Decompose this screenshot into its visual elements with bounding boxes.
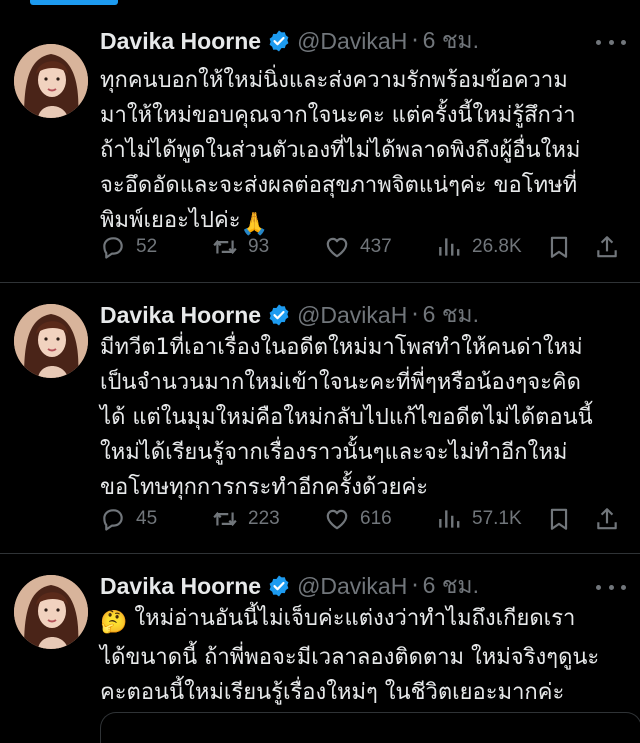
tweet[interactable]: Davika Hoorne @DavikaH · 6 ชม. 🤔 ใหม่อ่า… <box>0 554 640 725</box>
bookmark-icon <box>546 506 572 532</box>
author-handle[interactable]: @DavikaH <box>297 302 407 329</box>
like-button[interactable]: 616 <box>324 504 392 534</box>
tweet-text-line: เป็นจำนวนมากใหม่เข้าใจนะคะที่พี่ๆหรือน้อ… <box>100 370 581 395</box>
author-name[interactable]: Davika Hoorne <box>100 302 261 329</box>
tweet[interactable]: Davika Hoorne @DavikaH · 6 ชม. ทุกคนบอกใ… <box>0 0 640 283</box>
share-icon <box>594 506 620 532</box>
views-count: 26.8K <box>472 236 522 257</box>
retweet-count: 93 <box>248 236 270 257</box>
reply-button[interactable]: 45 <box>100 504 157 534</box>
tweet-header: Davika Hoorne @DavikaH · 6 ชม. <box>100 26 479 56</box>
author-name[interactable]: Davika Hoorne <box>100 573 261 600</box>
author-handle[interactable]: @DavikaH <box>297 28 407 55</box>
views-count: 57.1K <box>472 508 522 529</box>
avatar[interactable] <box>14 304 88 378</box>
verified-badge-icon <box>267 303 291 327</box>
share-button[interactable] <box>594 504 630 534</box>
tweet-text-line: มาให้ใหม่ขอบคุณจากใจนะคะ แต่ครั้งนี้ใหม่… <box>100 103 576 128</box>
thinking-face-emoji: 🤔 <box>100 610 128 635</box>
bookmark-button[interactable] <box>546 504 582 534</box>
tweet-header: Davika Hoorne @DavikaH · 6 ชม. <box>100 571 479 601</box>
timestamp[interactable]: 6 ชม. <box>423 297 479 333</box>
retweet-icon <box>212 234 238 260</box>
tweet-text: มีทวีต1ที่เอาเรื่องในอดีตใหม่มาโพสทำให้ค… <box>100 330 630 505</box>
reply-icon <box>100 234 126 260</box>
like-icon <box>324 234 350 260</box>
tweet-text-line: พิมพ์เยอะไปค่ะ <box>100 208 241 233</box>
views-button[interactable]: 57.1K <box>436 504 522 534</box>
retweet-button[interactable]: 223 <box>212 504 280 534</box>
like-icon <box>324 506 350 532</box>
retweet-count: 223 <box>248 508 280 529</box>
tweet[interactable]: Davika Hoorne @DavikaH · 6 ชม. มีทวีต1ที… <box>0 283 640 554</box>
like-count: 437 <box>360 236 392 257</box>
views-button[interactable]: 26.8K <box>436 232 522 262</box>
author-handle[interactable]: @DavikaH <box>297 573 407 600</box>
like-button[interactable]: 437 <box>324 232 392 262</box>
tweet-text-line: ใหม่อ่านอันนี้ไม่เจ็บค่ะแต่งงว่าทำไมถึงเ… <box>134 606 576 631</box>
tweet-text-line: ได้ขนาดนี้ ถ้าพี่พอจะมีเวลาลองติดตาม ใหม… <box>100 645 600 670</box>
retweet-icon <box>212 506 238 532</box>
reply-count: 52 <box>136 236 158 257</box>
more-icon[interactable] <box>596 32 626 52</box>
retweet-button[interactable]: 93 <box>212 232 269 262</box>
reply-count: 45 <box>136 508 158 529</box>
tweet-actions: 52 93 437 26.8K <box>100 232 620 262</box>
bookmark-button[interactable] <box>546 232 582 262</box>
views-icon <box>436 506 462 532</box>
timestamp[interactable]: 6 ชม. <box>423 23 479 59</box>
reply-button[interactable]: 52 <box>100 232 157 262</box>
avatar[interactable] <box>14 44 88 118</box>
tweet-header: Davika Hoorne @DavikaH · 6 ชม. <box>100 300 479 330</box>
avatar[interactable] <box>14 575 88 649</box>
tweet-text-line: ทุกคนบอกให้ใหม่นิ่งและส่งความรักพร้อมข้อ… <box>100 68 568 93</box>
separator: · <box>411 573 419 599</box>
tweet-text-line: ได้ แต่ในมุมใหม่คือใหม่กลับไปแก้ไขอดีตไม… <box>100 405 593 430</box>
tweet-text-line: ถ้าไม่ได้พูดในส่วนตัวเองที่ไม่ได้พลาดพิง… <box>100 138 581 163</box>
separator: · <box>411 28 419 54</box>
share-button[interactable] <box>594 232 630 262</box>
verified-badge-icon <box>267 29 291 53</box>
share-icon <box>594 234 620 260</box>
timestamp[interactable]: 6 ชม. <box>423 568 479 604</box>
author-name[interactable]: Davika Hoorne <box>100 28 261 55</box>
tweet-text-line: คะตอนนี้ใหม่เรียนรู้เรื่องใหม่ๆ ในชีวิตเ… <box>100 680 565 705</box>
bookmark-icon <box>546 234 572 260</box>
tweet-text: ทุกคนบอกให้ใหม่นิ่งและส่งความรักพร้อมข้อ… <box>100 63 630 242</box>
reply-icon <box>100 506 126 532</box>
verified-badge-icon <box>267 574 291 598</box>
like-count: 616 <box>360 508 392 529</box>
tweet-actions: 45 223 616 57.1K <box>100 504 620 534</box>
media-card[interactable] <box>100 712 640 743</box>
tweet-text: 🤔 ใหม่อ่านอันนี้ไม่เจ็บค่ะแต่งงว่าทำไมถึ… <box>100 601 630 710</box>
more-icon[interactable] <box>596 577 626 597</box>
views-icon <box>436 234 462 260</box>
tweet-text-line: จะอึดอัดและจะส่งผลต่อสุขภาพจิตแน่ๆค่ะ ขอ… <box>100 173 578 198</box>
separator: · <box>411 302 419 328</box>
tweet-text-line: ขอโทษทุกการกระทำอีกครั้งด้วยค่ะ <box>100 475 429 500</box>
tweet-text-line: มีทวีต1ที่เอาเรื่องในอดีตใหม่มาโพสทำให้ค… <box>100 335 583 360</box>
tweet-text-line: ใหม่ได้เรียนรู้จากเรื่องราวนั้นๆและจะไม่… <box>100 440 568 465</box>
